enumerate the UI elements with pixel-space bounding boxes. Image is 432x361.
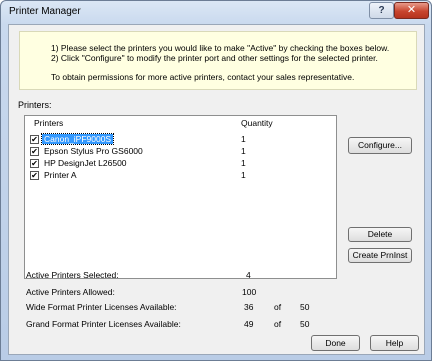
wide-format-of: of <box>274 302 282 312</box>
instruction-line-3: To obtain permissions for more active pr… <box>51 72 355 82</box>
column-header-quantity[interactable]: Quantity <box>241 118 273 128</box>
help-title-button[interactable]: ? <box>369 2 394 19</box>
wide-format-label: Wide Format Printer Licenses Available: <box>26 302 177 312</box>
printer-list[interactable]: Printers Quantity ✔ Canon_iPF9000S 1 ✔ E… <box>24 115 337 279</box>
printer-quantity: 1 <box>241 134 246 144</box>
active-selected-label: Active Printers Selected: <box>26 270 119 280</box>
create-prninst-button[interactable]: Create PrnInst <box>348 248 412 263</box>
instructions-panel: 1) Please select the printers you would … <box>19 31 417 90</box>
dialog-body: 1) Please select the printers you would … <box>8 24 425 355</box>
printer-row[interactable]: ✔ HP DesignJet L26500 1 <box>25 158 336 169</box>
active-allowed-value: 100 <box>242 287 257 297</box>
configure-button[interactable]: Configure... <box>348 137 412 154</box>
grand-format-label: Grand Format Printer Licenses Available: <box>26 319 181 329</box>
printer-manager-window: Printer Manager ? ✕ 1) Please select the… <box>0 0 432 361</box>
wide-format-total: 50 <box>300 302 310 312</box>
printer-name[interactable]: Printer A <box>42 170 79 180</box>
grand-format-value: 49 <box>244 319 254 329</box>
printer-quantity: 1 <box>241 158 246 168</box>
printer-name[interactable]: Epson Stylus Pro GS6000 <box>42 146 145 156</box>
instruction-line-2: 2) Click "Configure" to modify the print… <box>51 53 378 63</box>
active-checkbox[interactable]: ✔ <box>30 135 39 144</box>
instruction-line-1: 1) Please select the printers you would … <box>51 43 390 53</box>
question-icon: ? <box>378 5 385 16</box>
grand-format-total: 50 <box>300 319 310 329</box>
printer-quantity: 1 <box>241 170 246 180</box>
active-checkbox[interactable]: ✔ <box>30 171 39 180</box>
printer-name[interactable]: HP DesignJet L26500 <box>42 158 129 168</box>
printer-row[interactable]: ✔ Canon_iPF9000S 1 <box>25 133 336 145</box>
done-button[interactable]: Done <box>311 335 360 351</box>
printer-quantity: 1 <box>241 146 246 156</box>
title-bar[interactable]: Printer Manager ? ✕ <box>1 1 431 23</box>
delete-button[interactable]: Delete <box>348 227 412 242</box>
window-title: Printer Manager <box>9 6 81 17</box>
column-header-printers[interactable]: Printers <box>34 118 63 128</box>
printer-row[interactable]: ✔ Printer A 1 <box>25 170 336 181</box>
active-checkbox[interactable]: ✔ <box>30 159 39 168</box>
printers-label: Printers: <box>18 100 52 110</box>
wide-format-value: 36 <box>244 302 254 312</box>
close-icon: ✕ <box>406 4 417 16</box>
grand-format-of: of <box>274 319 282 329</box>
active-allowed-label: Active Printers Allowed: <box>26 287 115 297</box>
close-button[interactable]: ✕ <box>394 2 429 19</box>
active-selected-value: 4 <box>246 270 251 280</box>
active-checkbox[interactable]: ✔ <box>30 147 39 156</box>
printer-row[interactable]: ✔ Epson Stylus Pro GS6000 1 <box>25 146 336 157</box>
help-button[interactable]: Help <box>370 335 419 351</box>
printer-name[interactable]: Canon_iPF9000S <box>40 133 115 145</box>
list-header: Printers Quantity <box>25 116 336 129</box>
